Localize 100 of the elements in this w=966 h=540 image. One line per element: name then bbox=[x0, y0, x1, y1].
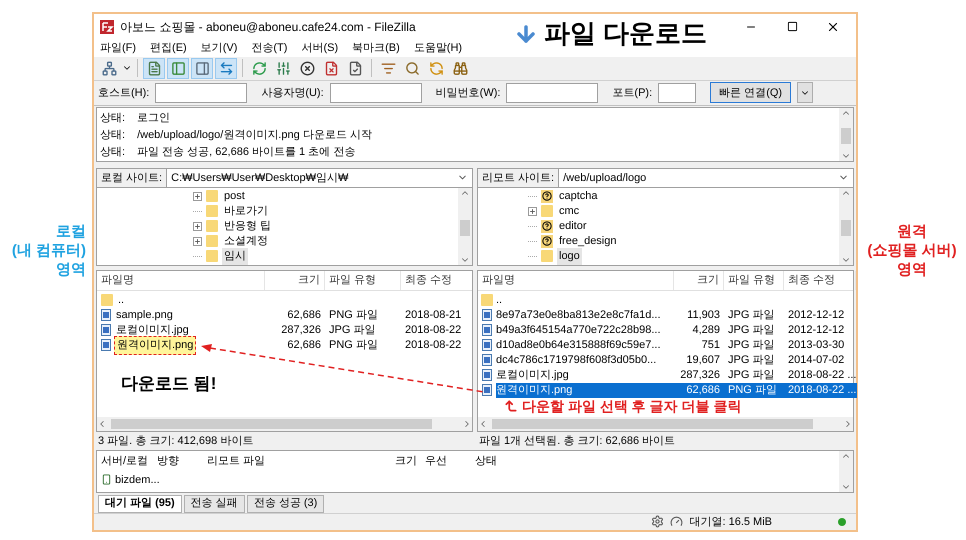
reconnect-icon bbox=[348, 60, 362, 76]
input-field[interactable] bbox=[506, 82, 598, 103]
input-field[interactable] bbox=[330, 82, 422, 103]
horizontal-scrollbar[interactable] bbox=[478, 416, 853, 431]
side-annotation: (내 컴퓨터) bbox=[12, 240, 86, 260]
expand-plus-icon[interactable] bbox=[193, 222, 202, 231]
scroll-thumb[interactable] bbox=[841, 220, 851, 236]
speed-limit-icon[interactable] bbox=[670, 515, 684, 528]
expand-plus-icon[interactable] bbox=[193, 236, 202, 246]
date-cell-text: 2018-08-22 bbox=[404, 323, 462, 338]
field-label: 호스트(H): bbox=[98, 86, 150, 101]
menu-item[interactable]: 북마크(B) bbox=[352, 40, 400, 56]
column-header[interactable]: 파일 유형 bbox=[325, 270, 401, 290]
vertical-scrollbar[interactable] bbox=[839, 108, 853, 161]
path-dropdown[interactable]: /web/upload/logo bbox=[559, 170, 853, 186]
log-message: 파일 전송 성공, 62,686 바이트를 1 초에 전송 bbox=[137, 145, 356, 160]
tree-item[interactable]: post bbox=[222, 188, 247, 205]
quick-connect-button[interactable]: 빠른 연결(Q) bbox=[710, 82, 792, 104]
maximize-icon[interactable] bbox=[787, 21, 798, 32]
directory-filter-icon bbox=[380, 60, 396, 76]
tree-item[interactable]: editor bbox=[557, 218, 589, 235]
input-field[interactable] bbox=[155, 82, 248, 103]
menu-item[interactable]: 파일(F) bbox=[100, 40, 136, 56]
settings-icon[interactable] bbox=[651, 515, 664, 528]
column-header[interactable]: 방향 bbox=[153, 452, 203, 470]
column-header[interactable]: 우선 bbox=[421, 452, 471, 470]
file-row[interactable]: 로컬이미지.jpg 287,326 JPG 파일 2018-08-22 ... bbox=[496, 368, 856, 383]
file-row[interactable]: b49a3f645154a770e722c28b98... 4,289 JPG 파일 2012-12-12 bbox=[496, 322, 853, 338]
file-name[interactable]: 로컬이미지.jpg bbox=[114, 322, 191, 339]
tree-item[interactable]: logo bbox=[557, 248, 582, 265]
type-cell-text: JPG 파일 bbox=[328, 323, 376, 338]
message-log-icon bbox=[146, 60, 162, 76]
tree-item[interactable]: cmc bbox=[557, 203, 582, 220]
date-cell-text: 2018-08-21 bbox=[404, 308, 462, 324]
queue-server-cell-text: bizdem... bbox=[115, 472, 160, 488]
file-row[interactable]: 원격이미지.png 62,686 PNG 파일 2018-08-22 ... bbox=[496, 382, 856, 398]
image-file-icon bbox=[482, 324, 492, 336]
field-label: 포트(P): bbox=[612, 86, 652, 101]
toolbar-button[interactable] bbox=[191, 58, 213, 79]
scroll-thumb[interactable] bbox=[841, 128, 851, 144]
transfer-queue-icon bbox=[218, 60, 234, 76]
side-annotation: 원격 bbox=[897, 222, 927, 240]
column-header[interactable]: 최종 수정 bbox=[784, 270, 856, 290]
folder-icon bbox=[206, 250, 218, 262]
type-cell-text: PNG 파일 bbox=[328, 308, 379, 324]
menu-item[interactable]: 서버(S) bbox=[301, 40, 338, 56]
site-label: 로컬 사이트: bbox=[97, 168, 168, 187]
scroll-thumb[interactable] bbox=[460, 220, 470, 236]
log-label: 상태: bbox=[100, 111, 126, 126]
path-dropdown[interactable]: C:₩Users₩User₩Desktop₩임시₩ bbox=[167, 170, 472, 186]
image-file-icon bbox=[482, 309, 492, 322]
column-header[interactable]: 리모트 파일 bbox=[203, 452, 353, 470]
column-header[interactable]: 파일명 bbox=[97, 270, 265, 290]
file-row[interactable]: 8e97a73e0e8ba813e2e8c7fa1d... 11,903 JPG 파일 2012-12-12 bbox=[496, 308, 853, 323]
folder-icon bbox=[206, 190, 218, 202]
unknown-folder-icon bbox=[541, 190, 553, 203]
vertical-scrollbar[interactable] bbox=[839, 188, 853, 265]
size-cell-text: 287,326 bbox=[280, 323, 322, 338]
queue-tab[interactable]: 대기 파일 (95) bbox=[98, 494, 182, 513]
expand-plus-icon[interactable] bbox=[193, 192, 202, 201]
tree-item[interactable]: free_design bbox=[557, 233, 618, 250]
file-row[interactable]: .. bbox=[496, 292, 853, 308]
menu-item[interactable]: 도움말(H) bbox=[414, 40, 462, 56]
folder-icon bbox=[541, 205, 553, 218]
site-manager-icon bbox=[102, 60, 116, 76]
menu-item[interactable]: 보기(V) bbox=[200, 40, 238, 56]
tree-item[interactable]: 바로가기 bbox=[222, 203, 270, 220]
column-header[interactable]: 서버/로컬 bbox=[97, 452, 153, 470]
menu-item[interactable]: 편집(E) bbox=[150, 40, 187, 56]
column-header[interactable]: 상태 bbox=[471, 452, 591, 470]
horizontal-scrollbar[interactable] bbox=[97, 416, 472, 431]
field-label: 사용자명(U): bbox=[261, 86, 324, 101]
column-header[interactable]: 크기 bbox=[674, 270, 724, 290]
tree-item[interactable]: 임시 bbox=[222, 248, 248, 265]
input-field[interactable] bbox=[658, 82, 696, 103]
menu-item[interactable]: 전송(T) bbox=[251, 40, 288, 56]
column-header[interactable]: 파일 유형 bbox=[724, 270, 784, 290]
tree-item[interactable]: 소셜계정 bbox=[222, 233, 270, 250]
date-cell-text: 2018-08-22 bbox=[404, 338, 462, 354]
filter-sliders-icon bbox=[276, 60, 290, 76]
unknown-folder-icon bbox=[541, 234, 553, 248]
queue-tab[interactable]: 전송 실패 bbox=[184, 494, 245, 513]
scroll-thumb[interactable] bbox=[111, 418, 432, 429]
file-name[interactable]: sample.png bbox=[114, 307, 175, 324]
tree-item[interactable]: captcha bbox=[557, 188, 600, 205]
file-name[interactable]: 원격이미지.png bbox=[114, 336, 196, 355]
tree-item[interactable]: 반응형 팁 bbox=[222, 218, 274, 235]
sync-browse-icon bbox=[428, 60, 444, 76]
image-file-icon bbox=[482, 354, 492, 366]
expand-plus-icon[interactable] bbox=[528, 206, 537, 216]
vertical-scrollbar[interactable] bbox=[458, 188, 472, 265]
file-row[interactable]: dc4c786c1719798f608f3d05b0... 19,607 JPG 파일 2014-07-02 bbox=[496, 352, 853, 368]
file-row[interactable]: d10ad8e0b64e315888f69c59e7... 751 JPG 파일 2013-03-30 bbox=[496, 338, 853, 353]
vertical-scrollbar[interactable] bbox=[839, 450, 853, 492]
scroll-thumb[interactable] bbox=[492, 418, 813, 429]
file-name[interactable]: .. bbox=[116, 292, 126, 309]
column-header[interactable]: 파일명 bbox=[478, 270, 674, 290]
column-header[interactable]: 크기 bbox=[265, 270, 325, 290]
column-header[interactable]: 크기 bbox=[353, 452, 421, 470]
queue-tab[interactable]: 전송 성공 (3) bbox=[246, 494, 324, 513]
